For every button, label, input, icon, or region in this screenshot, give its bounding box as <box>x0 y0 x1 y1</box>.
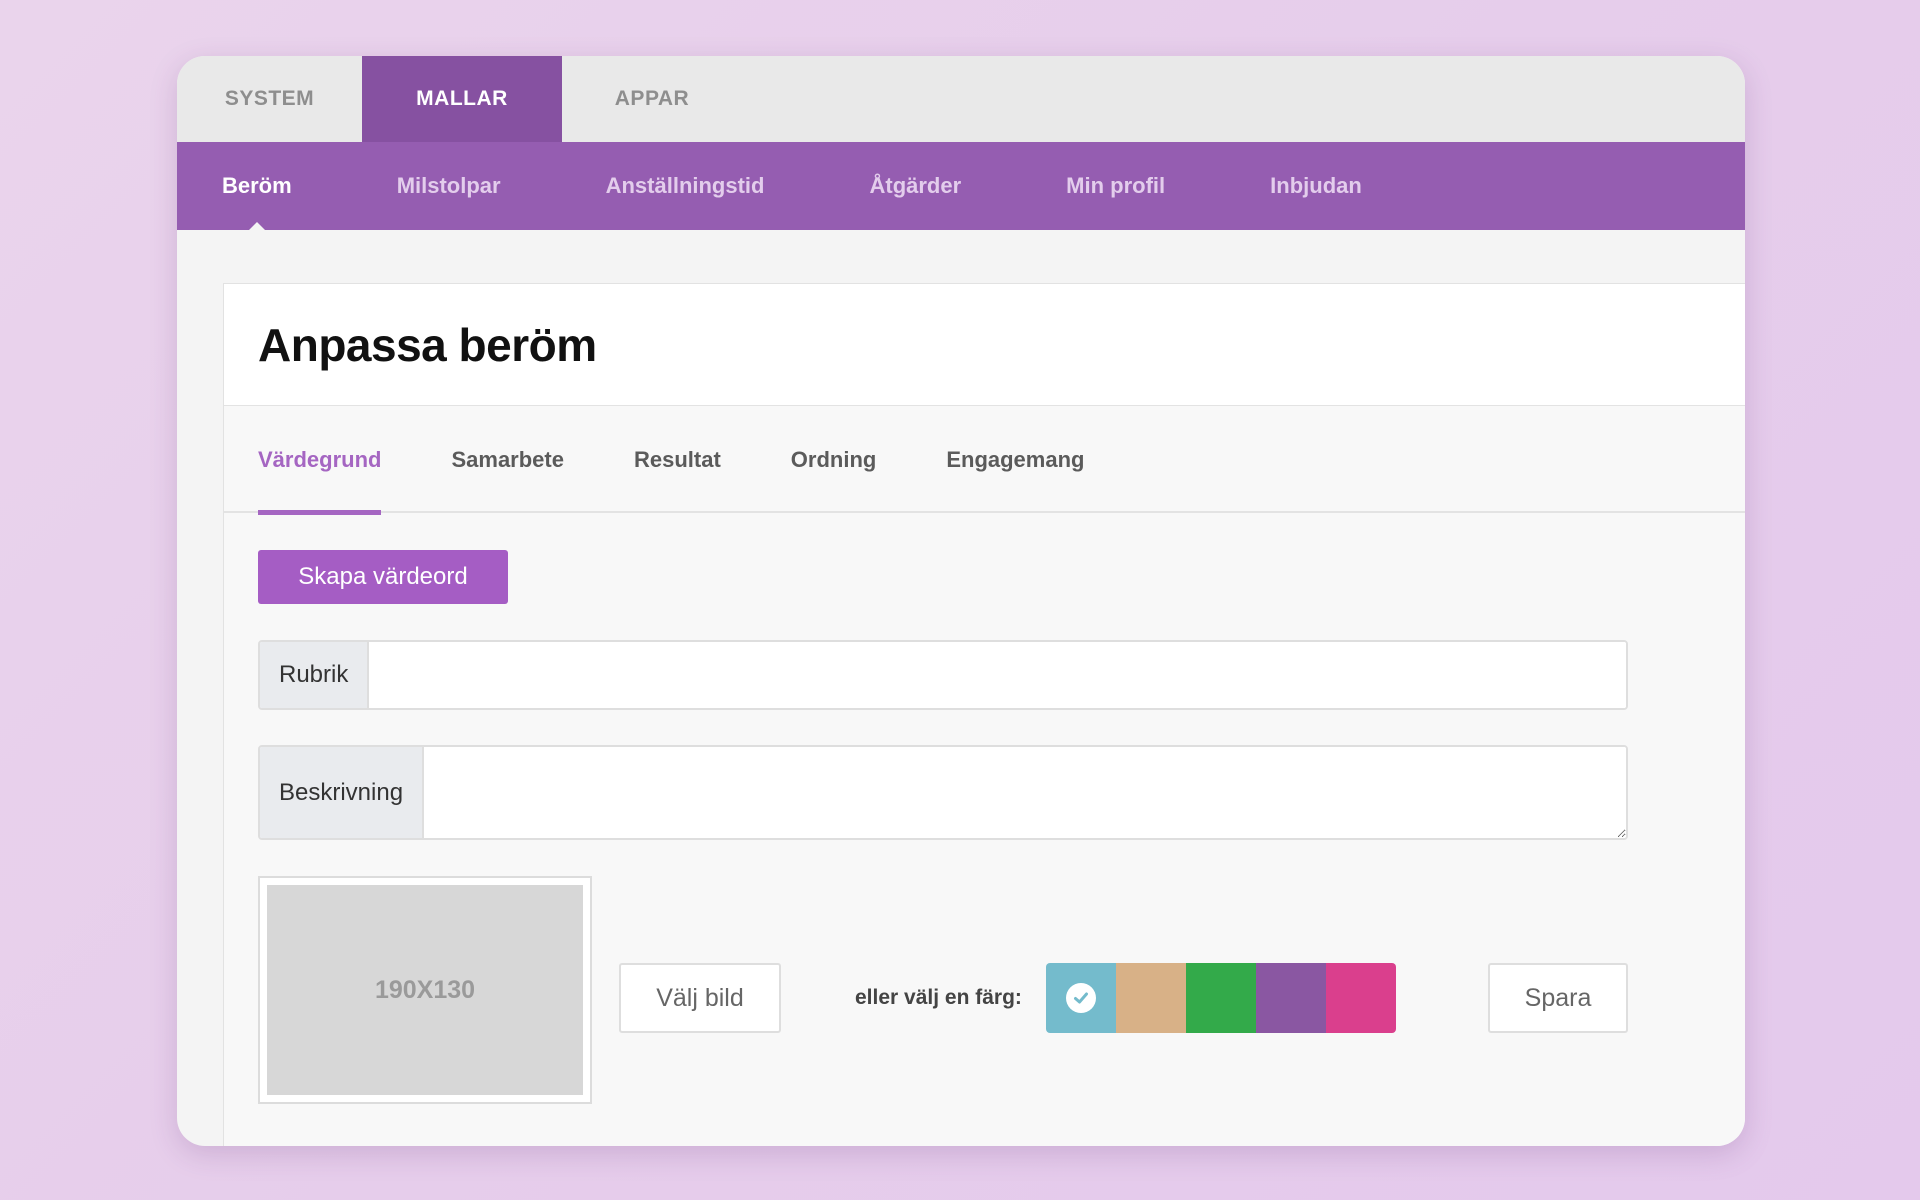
tab-samarbete[interactable]: Samarbete <box>451 406 564 513</box>
color-swatch-green[interactable] <box>1186 963 1256 1033</box>
app-window: SYSTEM MALLAR APPAR Beröm Milstolpar Ans… <box>177 56 1745 1146</box>
top-tab-appar[interactable]: APPAR <box>562 56 742 142</box>
rubrik-label: Rubrik <box>260 642 370 708</box>
beskrivning-textarea[interactable] <box>424 747 1626 838</box>
top-tab-system[interactable]: SYSTEM <box>177 56 362 142</box>
subnav-item-anstallningstid[interactable]: Anställningstid <box>606 142 765 230</box>
color-swatch-pink[interactable] <box>1326 963 1396 1033</box>
category-tabs: Värdegrund Samarbete Resultat Ordning En… <box>224 406 1745 515</box>
subnav-item-berom[interactable]: Beröm <box>222 142 292 230</box>
color-swatch-tan[interactable] <box>1116 963 1186 1033</box>
color-swatch-blue[interactable] <box>1046 963 1116 1033</box>
color-picker-label: eller välj en färg: <box>855 986 1022 1009</box>
image-preview: 190X130 <box>258 876 592 1104</box>
beskrivning-field-group: Beskrivning <box>258 745 1628 840</box>
page-header: Anpassa beröm <box>224 284 1745 406</box>
beskrivning-label: Beskrivning <box>260 747 425 838</box>
color-swatch-purple[interactable] <box>1256 963 1326 1033</box>
tab-engagemang[interactable]: Engagemang <box>946 406 1084 513</box>
image-placeholder: 190X130 <box>267 885 583 1095</box>
subnav-item-milstolpar[interactable]: Milstolpar <box>397 142 501 230</box>
subnav-item-inbjudan[interactable]: Inbjudan <box>1270 142 1362 230</box>
choose-image-button[interactable]: Välj bild <box>619 963 781 1033</box>
color-swatches <box>1046 963 1396 1033</box>
top-tabs: SYSTEM MALLAR APPAR <box>177 56 1745 142</box>
tab-resultat[interactable]: Resultat <box>634 406 721 513</box>
top-tab-mallar[interactable]: MALLAR <box>362 56 562 142</box>
content-panel: Anpassa beröm Värdegrund Samarbete Resul… <box>223 283 1745 1146</box>
subnav-item-min-profil[interactable]: Min profil <box>1066 142 1165 230</box>
tab-vardegrund[interactable]: Värdegrund <box>258 406 382 515</box>
sub-navigation: Beröm Milstolpar Anställningstid Åtgärde… <box>177 142 1745 230</box>
rubrik-field-group: Rubrik <box>258 640 1628 710</box>
tab-ordning[interactable]: Ordning <box>791 406 877 513</box>
check-circle-icon <box>1066 983 1096 1013</box>
page-title: Anpassa beröm <box>258 318 597 371</box>
create-value-word-button[interactable]: Skapa värdeord <box>258 550 508 604</box>
rubrik-input[interactable] <box>369 642 1626 708</box>
save-button[interactable]: Spara <box>1488 963 1628 1033</box>
subnav-item-atgarder[interactable]: Åtgärder <box>869 142 961 230</box>
